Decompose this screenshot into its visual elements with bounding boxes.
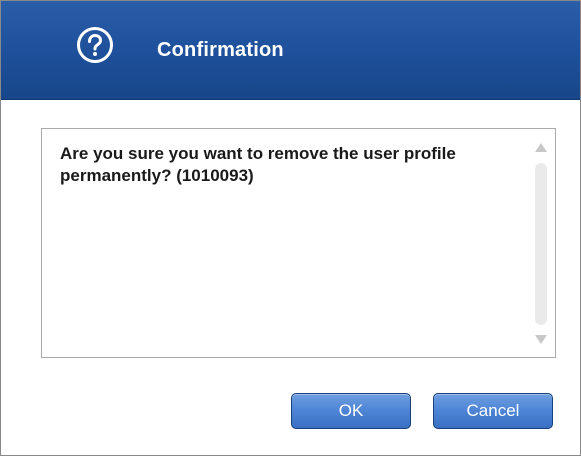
message-text: Are you sure you want to remove the user…	[60, 144, 456, 185]
vertical-scrollbar[interactable]	[533, 135, 549, 351]
confirmation-dialog: Confirmation Are you sure you want to re…	[0, 0, 581, 456]
dialog-header: Confirmation	[1, 1, 580, 100]
message-area: Are you sure you want to remove the user…	[41, 128, 556, 358]
scroll-track[interactable]	[535, 163, 547, 325]
dialog-title: Confirmation	[157, 39, 284, 61]
scroll-down-arrow-icon[interactable]	[535, 335, 547, 344]
ok-button[interactable]: OK	[291, 393, 411, 429]
help-icon	[76, 26, 114, 64]
cancel-button[interactable]: Cancel	[433, 393, 553, 429]
scroll-up-arrow-icon[interactable]	[535, 143, 547, 152]
